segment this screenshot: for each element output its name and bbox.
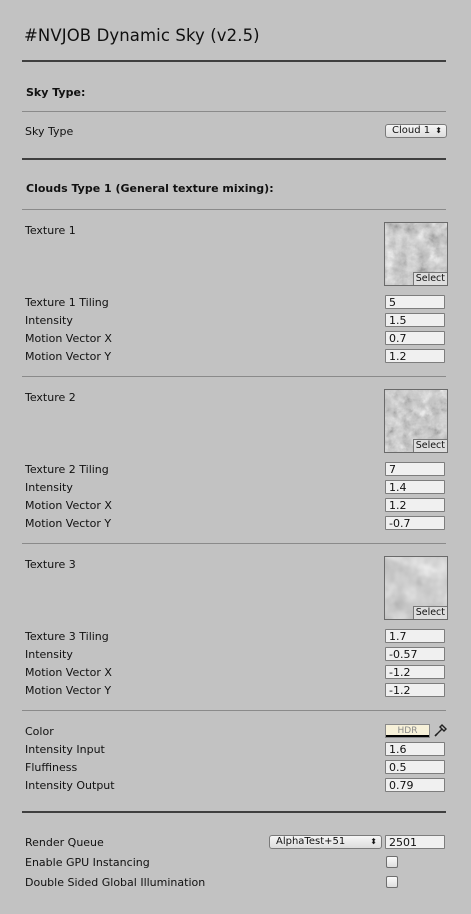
texture-1-motion-y-label: Motion Vector Y [25,350,112,363]
sky-type-heading: Sky Type: [26,86,86,99]
texture-1-label: Texture 1 [25,224,76,237]
eyedropper-icon[interactable] [433,722,448,738]
texture-2-motion-y-field[interactable]: -0.7 [385,516,445,530]
texture-1-intensity-label: Intensity [25,314,73,327]
texture-2-select-button[interactable]: Select [412,439,447,452]
render-queue-label: Render Queue [25,836,104,849]
divider [22,543,446,544]
texture-3-intensity-field[interactable]: -0.57 [385,647,445,661]
texture-2-preview[interactable]: Select [384,389,448,453]
divider [22,111,446,112]
intensity-output-label: Intensity Output [25,779,115,792]
texture-2-motion-y-label: Motion Vector Y [25,517,112,530]
double-sided-gi-checkbox[interactable] [386,876,398,888]
texture-1-tiling-field[interactable]: 5 [385,295,445,309]
intensity-output-field[interactable]: 0.79 [385,778,445,792]
texture-3-preview[interactable]: Select [384,556,448,620]
texture-1-motion-x-label: Motion Vector X [25,332,112,345]
inspector-title: #NVJOB Dynamic Sky (v2.5) [24,26,260,45]
texture-3-intensity-label: Intensity [25,648,73,661]
texture-3-select-button[interactable]: Select [412,606,447,619]
clouds-heading: Clouds Type 1 (General texture mixing): [26,182,274,195]
intensity-input-label: Intensity Input [25,743,105,756]
color-label: Color [25,725,54,738]
texture-1-tiling-label: Texture 1 Tiling [25,296,109,309]
render-queue-field[interactable]: 2501 [385,835,445,849]
section-divider [22,60,446,62]
texture-2-tiling-field[interactable]: 7 [385,462,445,476]
dropdown-arrows-icon: ⬍ [370,837,377,846]
texture-2-intensity-field[interactable]: 1.4 [385,480,445,494]
divider [22,710,446,711]
texture-3-motion-y-field[interactable]: -1.2 [385,683,445,697]
fluffiness-field[interactable]: 0.5 [385,760,445,774]
texture-3-motion-y-label: Motion Vector Y [25,684,112,697]
texture-3-motion-x-field[interactable]: -1.2 [385,665,445,679]
texture-2-intensity-label: Intensity [25,481,73,494]
dropdown-arrows-icon: ⬍ [435,126,442,135]
texture-1-intensity-field[interactable]: 1.5 [385,313,445,327]
texture-1-motion-x-field[interactable]: 0.7 [385,331,445,345]
gpu-instancing-checkbox[interactable] [386,856,398,868]
divider [22,209,446,210]
double-sided-gi-label: Double Sided Global Illumination [25,876,206,889]
section-divider [22,158,446,160]
sky-type-dropdown[interactable]: Cloud 1 ⬍ [385,124,447,138]
gpu-instancing-label: Enable GPU Instancing [25,856,150,869]
intensity-input-field[interactable]: 1.6 [385,742,445,756]
texture-2-label: Texture 2 [25,391,76,404]
texture-3-tiling-field[interactable]: 1.7 [385,629,445,643]
texture-3-motion-x-label: Motion Vector X [25,666,112,679]
texture-2-tiling-label: Texture 2 Tiling [25,463,109,476]
color-swatch[interactable]: HDR [385,724,430,738]
divider [22,376,446,377]
texture-2-motion-x-label: Motion Vector X [25,499,112,512]
sky-type-label: Sky Type [25,125,74,138]
fluffiness-label: Fluffiness [25,761,78,774]
texture-1-select-button[interactable]: Select [412,272,447,285]
render-queue-option: AlphaTest+51 [276,836,346,847]
alpha-bar [386,735,429,737]
section-divider [22,811,446,813]
sky-type-value: Cloud 1 [392,125,431,136]
texture-2-motion-x-field[interactable]: 1.2 [385,498,445,512]
texture-3-tiling-label: Texture 3 Tiling [25,630,109,643]
texture-3-label: Texture 3 [25,558,76,571]
texture-1-motion-y-field[interactable]: 1.2 [385,349,445,363]
texture-1-preview[interactable]: Select [384,222,448,286]
render-queue-dropdown[interactable]: AlphaTest+51 ⬍ [269,835,382,849]
